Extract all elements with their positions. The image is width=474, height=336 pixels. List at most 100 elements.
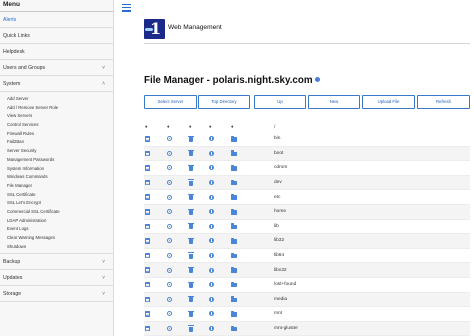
sidebar-subitem[interactable]: SSL Let's Encrypt: [7, 199, 113, 208]
select-server-button[interactable]: Select Server: [144, 95, 197, 109]
info-icon[interactable]: [209, 296, 214, 302]
info-icon[interactable]: [209, 282, 214, 288]
sort-name-header[interactable]: /: [274, 122, 275, 132]
trash-icon[interactable]: [188, 296, 194, 303]
folder-icon[interactable]: [231, 238, 237, 244]
cog-icon[interactable]: [167, 282, 172, 288]
sidebar-item-storage[interactable]: Storage ˅: [0, 286, 113, 303]
info-icon[interactable]: [209, 311, 214, 317]
cog-icon[interactable]: [167, 311, 172, 317]
cog-icon[interactable]: [167, 267, 172, 273]
trash-icon[interactable]: [188, 325, 194, 332]
trash-icon[interactable]: [188, 252, 194, 259]
info-icon[interactable]: [314, 76, 320, 82]
folder-icon[interactable]: [231, 179, 237, 186]
cog-icon[interactable]: [167, 165, 172, 171]
trash-icon[interactable]: [188, 310, 194, 317]
file-icon[interactable]: [145, 179, 150, 186]
cog-icon[interactable]: [167, 180, 172, 186]
sidebar-item-system[interactable]: System ˄: [0, 76, 113, 92]
file-icon[interactable]: [145, 281, 150, 288]
folder-icon[interactable]: [231, 223, 237, 230]
refresh-button[interactable]: Refresh: [417, 95, 470, 109]
sidebar-subitem[interactable]: Add Server: [7, 95, 113, 104]
file-name-link[interactable]: lib64: [274, 249, 284, 263]
trash-icon[interactable]: [188, 179, 194, 186]
info-icon[interactable]: [209, 253, 214, 259]
file-name-link[interactable]: lib: [274, 220, 279, 234]
cog-icon[interactable]: [167, 326, 172, 332]
file-name-link[interactable]: libx32: [274, 263, 287, 277]
file-icon[interactable]: [145, 165, 150, 171]
info-icon[interactable]: [209, 209, 214, 215]
cog-icon[interactable]: [167, 223, 172, 229]
file-name-link[interactable]: home: [274, 205, 286, 219]
sidebar-subitem[interactable]: Control Services: [7, 121, 113, 130]
info-icon[interactable]: [209, 267, 214, 273]
file-name-link[interactable]: media: [274, 293, 287, 307]
file-name-link[interactable]: lib32: [274, 234, 284, 248]
sidebar-subitem[interactable]: Clear Warning Messages: [7, 234, 113, 243]
file-icon[interactable]: [145, 194, 150, 200]
trash-icon[interactable]: [188, 150, 194, 157]
folder-icon[interactable]: [231, 165, 237, 171]
sidebar-subitem[interactable]: Management Passwords: [7, 156, 113, 165]
file-icon[interactable]: [145, 223, 150, 230]
info-icon[interactable]: [209, 136, 214, 142]
info-icon[interactable]: [209, 150, 214, 156]
sidebar-item-users-and-groups[interactable]: Users and Groups ˅: [0, 60, 113, 76]
cog-icon[interactable]: [167, 238, 172, 244]
info-icon[interactable]: [209, 326, 214, 332]
folder-icon[interactable]: [231, 150, 237, 157]
sidebar-item-helpdesk[interactable]: Helpdesk: [0, 44, 113, 60]
sidebar-subitem[interactable]: Windows Commands: [7, 173, 113, 182]
file-name-link[interactable]: boot: [274, 147, 283, 161]
hamburger-menu-icon[interactable]: [122, 4, 131, 12]
sort-header-icon[interactable]: ♦: [231, 122, 233, 132]
trash-icon[interactable]: [188, 208, 194, 215]
sidebar-subitem[interactable]: Firewall Rules: [7, 130, 113, 139]
new-button[interactable]: New: [308, 95, 360, 109]
folder-icon[interactable]: [231, 325, 237, 332]
file-icon[interactable]: [145, 267, 150, 273]
sidebar-subitem[interactable]: Add / Remove Server Role: [7, 104, 113, 113]
file-icon[interactable]: [145, 252, 150, 259]
upload-file-button[interactable]: Upload File: [362, 95, 415, 109]
info-icon[interactable]: [209, 165, 214, 171]
trash-icon[interactable]: [188, 266, 194, 274]
file-icon[interactable]: [145, 311, 150, 317]
folder-icon[interactable]: [231, 281, 237, 288]
sidebar-subitem[interactable]: Shutdown: [7, 243, 113, 252]
up-button[interactable]: Up: [254, 95, 306, 109]
sidebar-subitem[interactable]: Commercial SSL Certificate: [7, 208, 113, 217]
trash-icon[interactable]: [188, 193, 194, 201]
file-name-link[interactable]: lost+found: [274, 278, 296, 292]
folder-icon[interactable]: [231, 252, 237, 259]
sidebar-subitem[interactable]: Server Security: [7, 147, 113, 156]
cog-icon[interactable]: [167, 136, 172, 142]
folder-icon[interactable]: [231, 194, 237, 200]
folder-icon[interactable]: [231, 267, 237, 273]
sidebar-subitem[interactable]: SSL Certificate: [7, 191, 113, 200]
info-icon[interactable]: [209, 238, 214, 244]
sidebar-subitem[interactable]: View Servers: [7, 112, 113, 121]
cog-icon[interactable]: [167, 253, 172, 259]
folder-icon[interactable]: [231, 208, 237, 215]
sort-header-icon[interactable]: ♦: [145, 122, 147, 132]
sort-header-icon[interactable]: ♦: [189, 122, 191, 132]
trash-icon[interactable]: [188, 281, 194, 288]
file-icon[interactable]: [145, 238, 150, 244]
sidebar-item-alerts[interactable]: Alerts: [0, 12, 113, 28]
file-icon[interactable]: [145, 136, 150, 142]
sort-header-icon[interactable]: ♦: [209, 122, 211, 132]
file-icon[interactable]: [145, 325, 150, 332]
trash-icon[interactable]: [188, 237, 194, 244]
folder-icon[interactable]: [231, 135, 237, 142]
trash-icon[interactable]: [188, 135, 194, 142]
sidebar-subitem[interactable]: LDAP Administration: [7, 217, 113, 226]
folder-icon[interactable]: [231, 311, 237, 317]
sidebar-subitem[interactable]: System Information: [7, 165, 113, 174]
file-name-link[interactable]: bin: [274, 132, 280, 146]
folder-icon[interactable]: [231, 296, 237, 303]
cog-icon[interactable]: [167, 209, 172, 215]
